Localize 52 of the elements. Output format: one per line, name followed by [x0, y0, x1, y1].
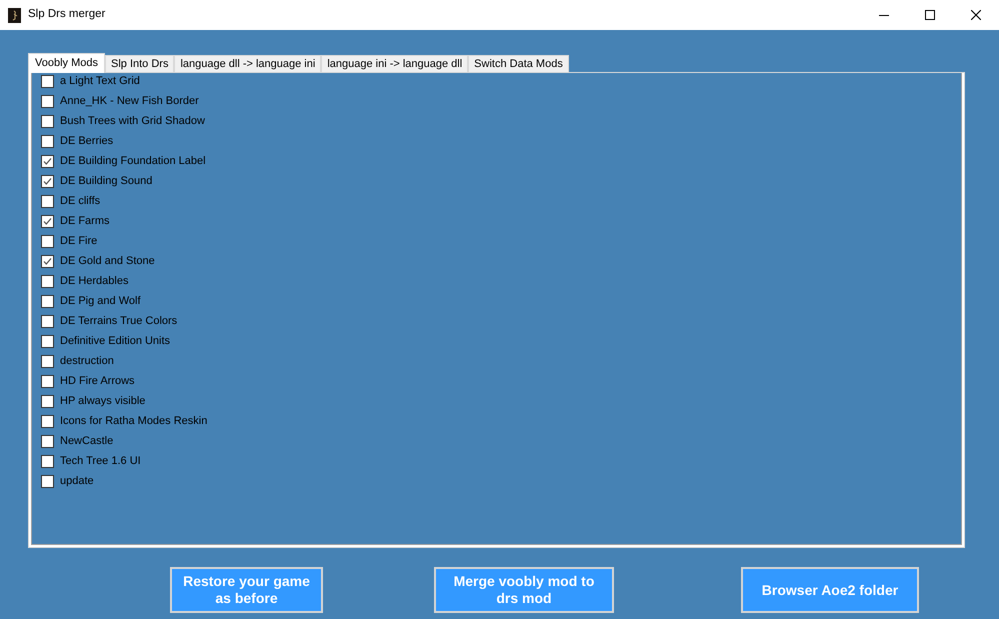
checkbox-label: DE Building Sound — [60, 175, 152, 188]
checkbox[interactable] — [41, 215, 54, 228]
tab[interactable]: language ini -> language dll — [321, 55, 468, 72]
checkbox-label: DE Fire — [60, 235, 98, 248]
checkbox[interactable] — [41, 175, 54, 188]
checkbox-label: a Light Text Grid — [60, 75, 140, 88]
checkbox[interactable] — [41, 135, 54, 148]
checkbox[interactable] — [41, 155, 54, 168]
checkbox-label: NewCastle — [60, 435, 114, 448]
checkbox-label: HP always visible — [60, 395, 146, 408]
checkbox[interactable] — [41, 475, 54, 488]
checkbox-label: update — [60, 475, 94, 488]
checkbox-label: DE Farms — [60, 215, 110, 228]
checkbox[interactable] — [41, 335, 54, 348]
checkbox[interactable] — [41, 95, 54, 108]
checkbox-label: HD Fire Arrows — [60, 375, 135, 388]
tab[interactable]: Slp Into Drs — [104, 55, 174, 72]
checkbox-label: Tech Tree 1.6 UI — [60, 455, 141, 468]
checkbox[interactable] — [41, 75, 54, 88]
checkbox[interactable] — [41, 195, 54, 208]
checkbox[interactable] — [41, 455, 54, 468]
checkbox[interactable] — [41, 415, 54, 428]
checkbox-label: DE Gold and Stone — [60, 255, 155, 268]
checkbox[interactable] — [41, 355, 54, 368]
tab[interactable]: language dll -> language ini — [174, 55, 322, 72]
checkbox-label: destruction — [60, 355, 114, 368]
checkbox-label: Icons for Ratha Modes Reskin — [60, 415, 208, 428]
checkbox[interactable] — [41, 235, 54, 248]
maximize-icon — [925, 10, 935, 20]
tab[interactable]: Switch Data Mods — [468, 55, 569, 72]
window-title: Slp Drs merger — [28, 7, 106, 22]
checkbox-label: DE Herdables — [60, 275, 128, 288]
checkbox-label: DE Pig and Wolf — [60, 295, 141, 308]
checkbox-label: Definitive Edition Units — [60, 335, 170, 348]
checkbox[interactable] — [41, 295, 54, 308]
checkbox-label: DE cliffs — [60, 195, 100, 208]
minimize-icon — [879, 14, 889, 16]
checkbox-label: DE Terrains True Colors — [60, 315, 178, 328]
checkbox[interactable] — [41, 275, 54, 288]
close-icon — [971, 10, 981, 20]
app-icon — [8, 8, 21, 22]
checkbox[interactable] — [41, 255, 54, 268]
checkbox-label: Bush Trees with Grid Shadow — [60, 115, 205, 128]
checkbox[interactable] — [41, 395, 54, 408]
checkbox-label: DE Berries — [60, 135, 114, 148]
checkbox[interactable] — [41, 435, 54, 448]
checkbox-label: DE Building Foundation Label — [60, 155, 206, 168]
checkbox-label: Anne_HK - New Fish Border — [60, 95, 199, 108]
tab[interactable]: Voobly Mods — [28, 53, 105, 73]
checkbox[interactable] — [41, 115, 54, 128]
checkbox[interactable] — [41, 315, 54, 328]
checkbox[interactable] — [41, 375, 54, 388]
